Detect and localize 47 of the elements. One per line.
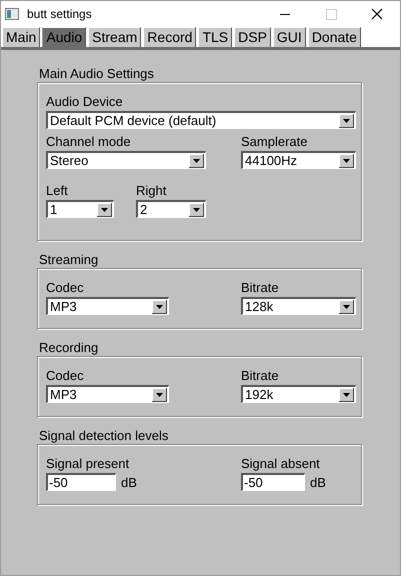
input-field[interactable]: -50 bbox=[46, 473, 116, 491]
tab[interactable]: Main bbox=[2, 27, 40, 47]
dropdown[interactable]: Stereo bbox=[46, 151, 206, 169]
group-title: Recording bbox=[38, 340, 100, 355]
tab[interactable]: GUI bbox=[272, 27, 306, 47]
field-label: Samplerate bbox=[241, 134, 308, 149]
dropdown[interactable]: 192k bbox=[241, 385, 356, 403]
dropdown-arrow-icon bbox=[152, 300, 167, 314]
field-label: Bitrate bbox=[241, 368, 280, 383]
dropdown[interactable]: 1 bbox=[46, 200, 114, 218]
dropdown[interactable]: MP3 bbox=[46, 297, 169, 315]
tab[interactable]: DSP bbox=[234, 27, 271, 47]
group-title: Streaming bbox=[38, 252, 100, 267]
dropdown-arrow-icon bbox=[339, 154, 354, 168]
dropdown-arrow-icon bbox=[339, 300, 354, 314]
field-label: Codec bbox=[46, 368, 85, 383]
field-label: Bitrate bbox=[241, 280, 280, 295]
field-label: Right bbox=[136, 183, 168, 198]
field-label: Left bbox=[46, 183, 69, 198]
input-field[interactable]: -50 bbox=[241, 473, 305, 491]
dropdown-arrow-icon bbox=[189, 202, 204, 216]
dropdown[interactable]: MP3 bbox=[46, 385, 169, 403]
group-title: Main Audio Settings bbox=[38, 66, 155, 81]
group-title: Signal detection levels bbox=[38, 428, 170, 443]
field-label: Signal absent bbox=[241, 456, 321, 471]
field-label: Audio Device bbox=[46, 94, 124, 109]
tab[interactable]: TLS bbox=[198, 27, 232, 47]
field-label: Channel mode bbox=[46, 134, 132, 149]
window-title: butt settings bbox=[27, 7, 92, 21]
field-label: Codec bbox=[46, 280, 85, 295]
dropdown-arrow-icon bbox=[152, 388, 167, 402]
dropdown[interactable]: 2 bbox=[136, 200, 206, 218]
field-label: Signal present bbox=[46, 456, 130, 471]
app-icon bbox=[5, 8, 19, 20]
unit-label: dB bbox=[121, 474, 137, 490]
tab[interactable]: Audio bbox=[42, 27, 86, 47]
dropdown-arrow-icon bbox=[339, 388, 354, 402]
dropdown[interactable]: 128k bbox=[241, 297, 356, 315]
dropdown-arrow-icon bbox=[189, 154, 204, 168]
unit-label: dB bbox=[310, 474, 326, 490]
tab[interactable]: Donate bbox=[308, 27, 361, 47]
tab[interactable]: Stream bbox=[88, 27, 142, 47]
dropdown[interactable]: 44100Hz bbox=[241, 151, 356, 169]
dropdown-arrow-icon bbox=[339, 114, 354, 128]
tab[interactable]: Record bbox=[143, 27, 196, 47]
dropdown-arrow-icon bbox=[97, 202, 112, 216]
dropdown[interactable]: Default PCM device (default) bbox=[46, 111, 356, 129]
